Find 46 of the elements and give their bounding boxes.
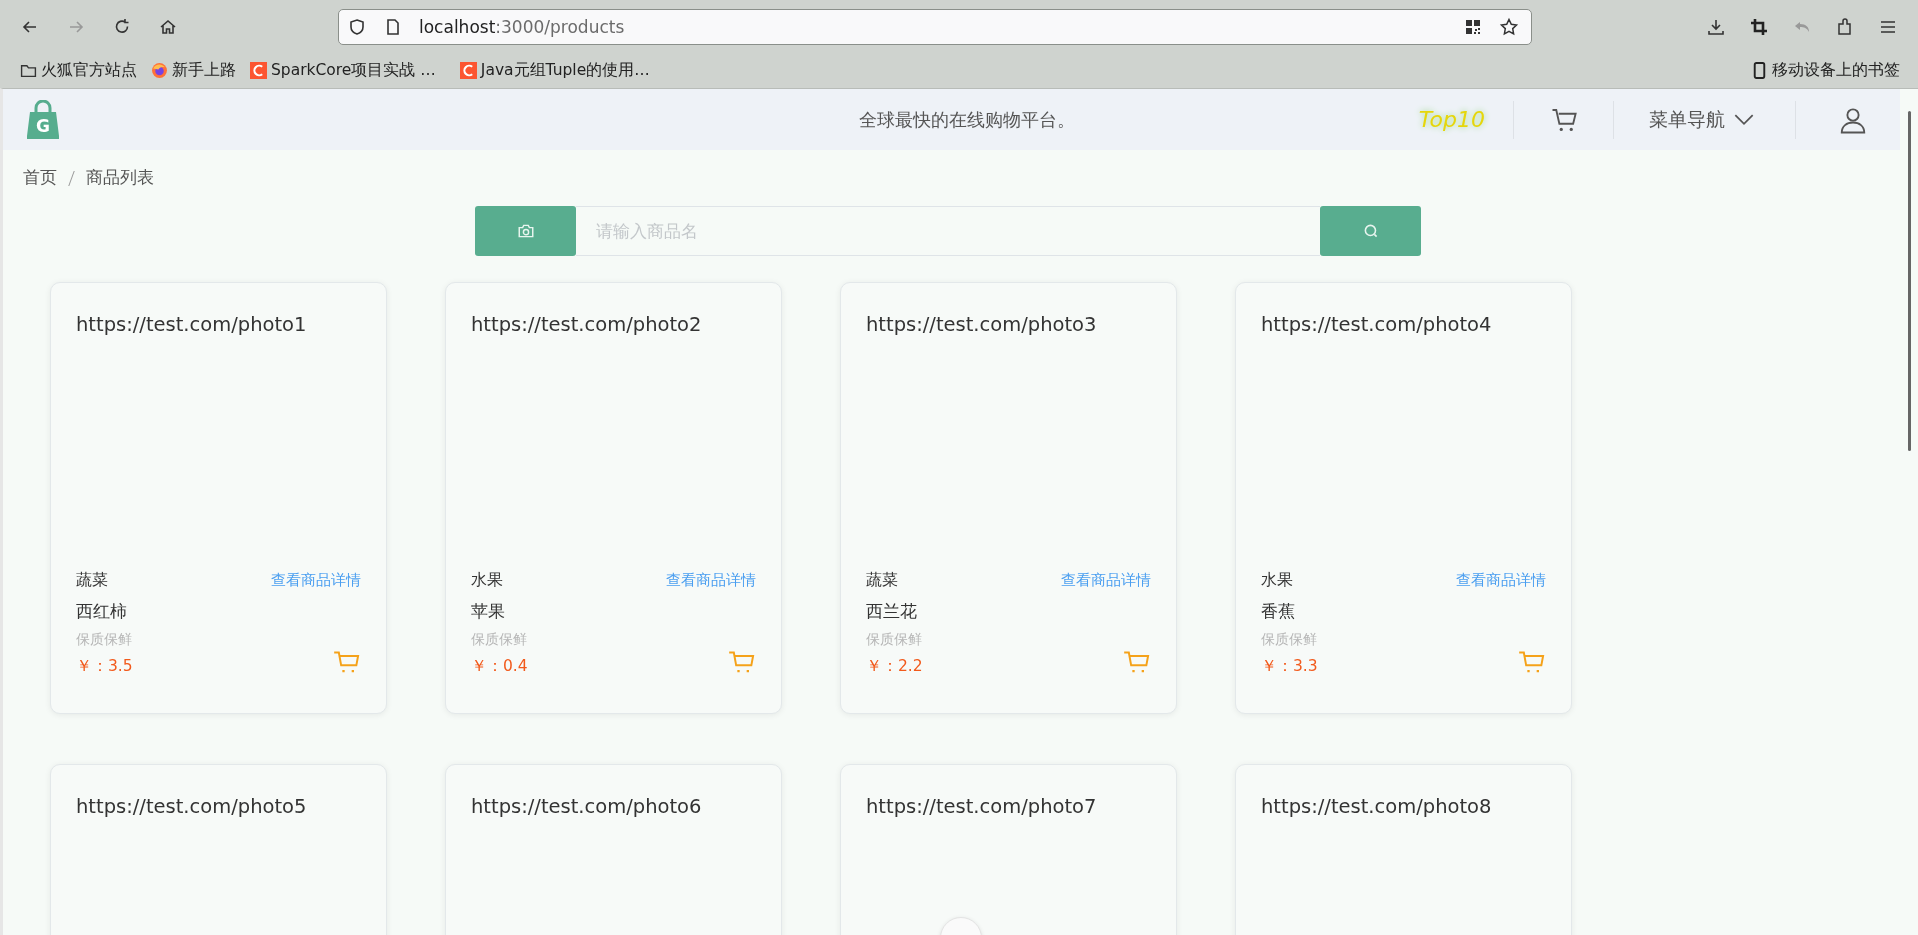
product-description: 保质保鲜 bbox=[471, 631, 527, 649]
image-alt-text: https://test.com/photo5 bbox=[76, 795, 307, 818]
crop-icon[interactable] bbox=[1749, 17, 1769, 37]
c-logo-icon bbox=[250, 61, 267, 79]
chevron-down-icon bbox=[1733, 113, 1755, 126]
camera-icon bbox=[516, 222, 535, 240]
price-text: ￥：3.5 bbox=[76, 655, 133, 677]
price-text: ￥：3.3 bbox=[1261, 655, 1318, 677]
price-text: ￥：0.4 bbox=[471, 655, 528, 677]
product-name: 苹果 bbox=[471, 601, 505, 623]
breadcrumb-link[interactable]: 商品列表 bbox=[86, 167, 154, 189]
home-icon[interactable] bbox=[158, 17, 178, 37]
fox-globe-icon bbox=[151, 61, 168, 79]
image-alt-text: https://test.com/photo2 bbox=[471, 313, 702, 336]
category-text: 蔬菜 bbox=[76, 570, 108, 591]
address-bar[interactable]: localhost:3000/products bbox=[338, 9, 1532, 45]
category-text: 水果 bbox=[471, 570, 503, 591]
phone-icon bbox=[1751, 61, 1768, 79]
bookmark-item[interactable]: 火狐官方站点 bbox=[20, 59, 137, 81]
bookmark-item[interactable]: Java元组Tuple的使用… bbox=[459, 59, 650, 81]
bookmark-item[interactable]: SparkCore项目实战 … bbox=[250, 59, 436, 81]
download-icon[interactable] bbox=[1706, 17, 1726, 37]
image-alt-text: https://test.com/photo1 bbox=[76, 313, 307, 336]
product-description: 保质保鲜 bbox=[866, 631, 922, 649]
product-name: 西兰花 bbox=[866, 601, 917, 623]
shield-icon bbox=[347, 17, 367, 37]
breadcrumb-link[interactable]: 首页 bbox=[23, 167, 57, 189]
image-alt-text: https://test.com/photo8 bbox=[1261, 795, 1492, 818]
menu-dropdown[interactable]: 菜单导航 bbox=[1649, 106, 1755, 133]
image-alt-text: https://test.com/photo6 bbox=[471, 795, 702, 818]
category-text: 水果 bbox=[1261, 570, 1293, 591]
product-description: 保质保鲜 bbox=[1261, 631, 1317, 649]
bookmark-item[interactable]: 移动设备上的书签 bbox=[1751, 59, 1900, 81]
product-name: 香蕉 bbox=[1261, 601, 1295, 623]
slogan-text: 全球最快的在线购物平台。 bbox=[858, 107, 1075, 132]
image-alt-text: https://test.com/photo3 bbox=[866, 313, 1097, 336]
c-logo-icon bbox=[459, 61, 477, 79]
category-text: 蔬菜 bbox=[866, 570, 898, 591]
product-description: 保质保鲜 bbox=[76, 631, 132, 649]
star-icon[interactable] bbox=[1499, 17, 1519, 37]
qr-code-icon[interactable] bbox=[1463, 17, 1483, 37]
image-alt-text: https://test.com/photo4 bbox=[1261, 313, 1492, 336]
product-name: 西红柿 bbox=[76, 601, 127, 623]
image-alt-text: https://test.com/photo7 bbox=[866, 795, 1097, 818]
price-text: ￥：2.2 bbox=[866, 655, 923, 677]
bookmark-item[interactable]: 新手上路 bbox=[151, 59, 236, 81]
